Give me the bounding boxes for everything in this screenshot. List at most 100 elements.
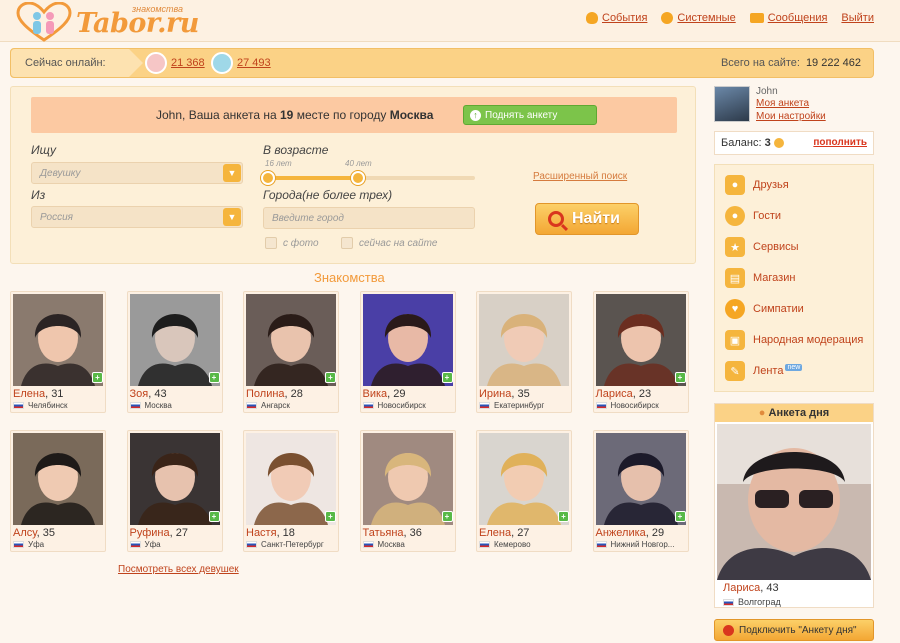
profile-photo[interactable]: [595, 433, 686, 525]
profile-name[interactable]: Анжелика, 29: [596, 527, 665, 539]
advanced-search-link[interactable]: Расширенный поиск: [533, 171, 627, 182]
profile-photo[interactable]: [362, 294, 453, 386]
nav-system[interactable]: Системные: [661, 12, 736, 24]
menu-likes[interactable]: ♥ Симпатии: [725, 299, 804, 319]
profile-photo[interactable]: [595, 294, 686, 386]
balance-box: Баланс: 3 пополнить: [714, 131, 874, 155]
profile-city: Санкт-Петербург: [246, 540, 324, 549]
nav-logout[interactable]: Выйти: [841, 12, 874, 24]
profile-name[interactable]: Елена, 31: [13, 388, 63, 400]
profile-city-text: Екатеринбург: [494, 401, 545, 410]
profile-card[interactable]: Лариса, 23 Новосибирск +: [592, 291, 689, 413]
profile-card[interactable]: Руфина, 27 Уфа +: [126, 430, 223, 552]
menu-friends[interactable]: ● Друзья: [725, 175, 789, 195]
profile-card[interactable]: Елена, 27 Кемерово +: [476, 430, 572, 552]
profile-age: , 28: [284, 388, 303, 400]
profile-name[interactable]: Полина, 28: [246, 388, 303, 400]
with-photo-checkbox[interactable]: с фото: [265, 237, 319, 249]
profile-name[interactable]: Вика, 29: [363, 388, 406, 400]
profile-city: Уфа: [129, 540, 161, 549]
profile-of-day-city-text: Волгоград: [738, 597, 781, 607]
age-max-tick: 40 лет: [345, 159, 372, 168]
nav-events[interactable]: События: [586, 12, 647, 24]
menu-friends-label: Друзья: [753, 179, 789, 191]
profile-name[interactable]: Руфина, 27: [130, 527, 188, 539]
raise-profile-button[interactable]: ↑ Поднять анкету: [463, 105, 597, 125]
profile-name[interactable]: Алсу, 35: [13, 527, 55, 539]
online-label: Сейчас онлайн:: [11, 49, 143, 77]
profile-photo[interactable]: [129, 433, 220, 525]
find-button[interactable]: Найти: [535, 203, 639, 235]
city-input[interactable]: Введите город: [263, 207, 475, 229]
my-profile-link[interactable]: Моя анкета: [756, 98, 809, 109]
my-settings-link[interactable]: Мои настройки: [756, 111, 826, 122]
profile-name[interactable]: Настя, 18: [246, 527, 295, 539]
age-max-handle[interactable]: [351, 171, 365, 185]
chevron-down-icon: ▼: [223, 208, 241, 226]
russia-flag-icon: [246, 541, 257, 548]
profile-name[interactable]: Елена, 27: [479, 527, 529, 539]
checkbox-icon: [341, 237, 353, 249]
menu-moderation[interactable]: ▣ Народная модерация: [725, 330, 863, 350]
profile-card[interactable]: Анжелика, 29 Нижний Новгор... +: [592, 430, 689, 552]
looking-for-select[interactable]: Девушку ▼: [31, 162, 243, 184]
see-all-link[interactable]: Посмотреть всех девушек: [118, 564, 239, 575]
profile-city-text: Уфа: [28, 540, 45, 549]
age-slider[interactable]: [261, 171, 475, 185]
menu-services[interactable]: ★ Сервисы: [725, 237, 799, 257]
connect-profile-of-day-button[interactable]: Подключить "Анкету дня": [714, 619, 874, 641]
topup-link[interactable]: пополнить: [813, 137, 867, 148]
city-placeholder: Введите город: [272, 213, 344, 224]
profile-photo[interactable]: [246, 294, 336, 386]
profile-city: Новосибирск: [595, 401, 659, 410]
country-select[interactable]: Россия ▼: [31, 206, 243, 228]
profile-name-text: Алсу: [13, 527, 37, 539]
profile-photo[interactable]: [479, 433, 569, 525]
profile-photo[interactable]: [246, 433, 336, 525]
rank-prefix: John, Ваша анкета на: [156, 108, 277, 122]
profile-card[interactable]: Алсу, 35 Уфа: [10, 430, 106, 552]
profile-card[interactable]: Полина, 28 Ангарск +: [243, 291, 339, 413]
user-avatar[interactable]: [714, 86, 750, 122]
profile-card[interactable]: Ирина, 35 Екатеринбург: [476, 291, 572, 413]
profile-card[interactable]: Вика, 29 Новосибирск +: [359, 291, 456, 413]
menu-shop[interactable]: ▤ Магазин: [725, 268, 795, 288]
logo-text: Tabor.ru: [76, 8, 199, 39]
profile-of-day-city: Волгоград: [723, 597, 781, 607]
nav-messages[interactable]: Сообщения: [749, 12, 827, 24]
profile-name[interactable]: Ирина, 35: [479, 388, 530, 400]
profile-photo[interactable]: [129, 294, 220, 386]
profile-name[interactable]: Зоя, 43: [130, 388, 167, 400]
profile-city-text: Новосибирск: [610, 401, 659, 410]
online-now-checkbox[interactable]: сейчас на сайте: [341, 237, 438, 249]
total-on-site: Всего на сайте: 19 222 462: [721, 57, 861, 69]
country-value: Россия: [40, 212, 74, 223]
profile-name[interactable]: Лариса, 23: [596, 388, 652, 400]
profile-photo[interactable]: [362, 433, 453, 525]
profile-card[interactable]: Елена, 31 Челябинск +: [10, 291, 106, 413]
site-logo[interactable]: знакомства Tabor.ru: [14, 2, 199, 42]
age-min-handle[interactable]: [261, 171, 275, 185]
online-status-icon: +: [441, 511, 453, 522]
profile-of-day-name[interactable]: Лариса, 43: [723, 582, 779, 594]
online-status-icon: +: [674, 511, 686, 522]
age-label: В возрасте: [263, 143, 329, 157]
age-min-tick: 16 лет: [265, 159, 292, 168]
online-male[interactable]: 27 493: [211, 52, 271, 74]
profile-photo[interactable]: [13, 294, 103, 386]
basket-icon: ▤: [725, 268, 745, 288]
profile-photo[interactable]: [13, 433, 103, 525]
menu-feed[interactable]: ✎ Лента new: [725, 361, 803, 381]
profile-card[interactable]: Зоя, 43 Москва +: [126, 291, 223, 413]
profile-card[interactable]: Настя, 18 Санкт-Петербург +: [243, 430, 339, 552]
profile-city: Ангарск: [246, 401, 290, 410]
person-icon: ●: [758, 407, 766, 419]
profile-age: , 43: [148, 388, 167, 400]
online-female[interactable]: 21 368: [145, 52, 205, 74]
menu-guests[interactable]: ● Гости: [725, 206, 781, 226]
profile-card[interactable]: Татьяна, 36 Москва +: [359, 430, 456, 552]
profile-name[interactable]: Татьяна, 36: [363, 527, 422, 539]
profile-city: Нижний Новгор...: [595, 540, 674, 549]
profile-photo[interactable]: [479, 294, 569, 386]
profile-of-day-photo[interactable]: [717, 424, 871, 580]
